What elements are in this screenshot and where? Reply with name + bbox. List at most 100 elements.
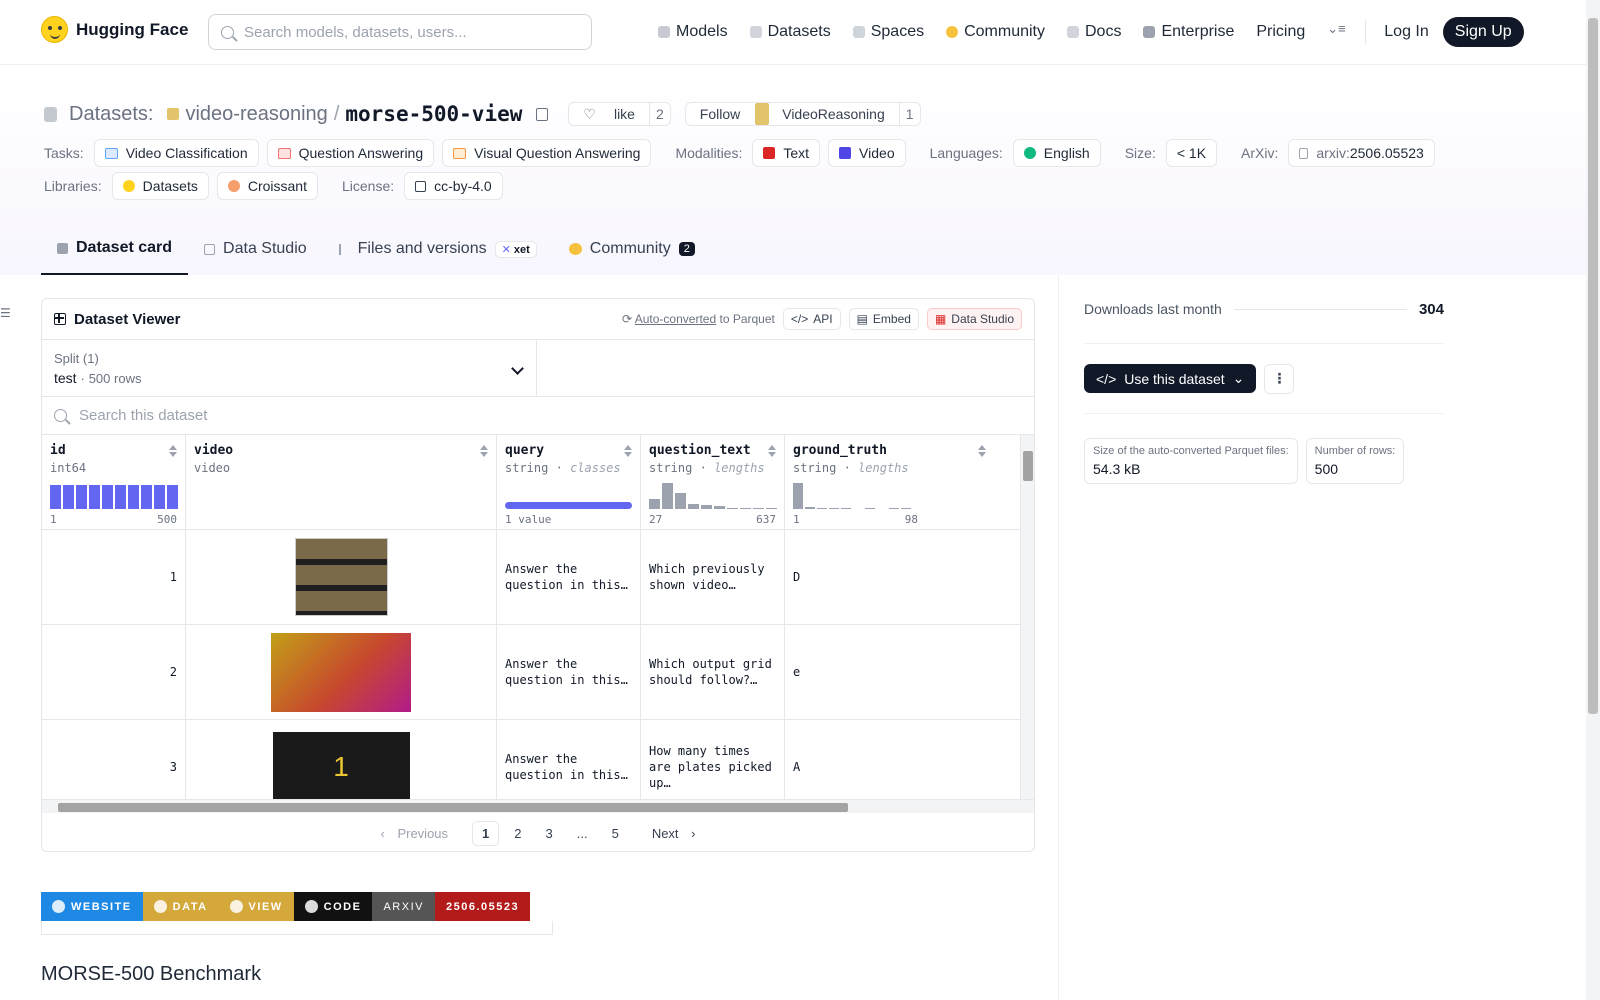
code-icon: </> bbox=[790, 312, 809, 326]
nav-enterprise[interactable]: Enterprise bbox=[1143, 23, 1234, 41]
more-menu-icon[interactable] bbox=[1327, 21, 1345, 37]
cell-ground-truth[interactable]: D bbox=[785, 530, 1008, 624]
heart-icon: ♡ bbox=[583, 105, 596, 122]
column-header-query[interactable]: query string · classes 1 value bbox=[497, 435, 641, 529]
use-this-dataset-button[interactable]: </> Use this dataset ⌄ bbox=[1084, 364, 1257, 393]
tag-english[interactable]: English bbox=[1012, 139, 1101, 167]
video-thumbnail[interactable]: 1 bbox=[272, 732, 410, 799]
auto-converted-note[interactable]: ⟳ Auto-converted to Parquet bbox=[622, 312, 775, 326]
range-min: 1 bbox=[50, 513, 57, 526]
nav-spaces-label: Spaces bbox=[870, 23, 925, 40]
code-badge[interactable]: CODE bbox=[293, 892, 373, 921]
badge-row: WEBSITE DATA VIEW CODE ARXIV 2506.05523 bbox=[41, 892, 531, 921]
cell-query[interactable]: Answer the question in this… bbox=[497, 625, 641, 719]
split-selector[interactable]: Split (1) test · 500 rows bbox=[42, 340, 537, 396]
cell-question[interactable]: Which output grid should follow?… bbox=[641, 625, 785, 719]
sort-icon[interactable] bbox=[624, 445, 632, 457]
tag-text[interactable]: Text bbox=[752, 139, 821, 167]
page-scrollbar[interactable] bbox=[1586, 0, 1600, 1000]
table-row[interactable]: 3 1 Answer the question in this… How man… bbox=[42, 720, 1034, 799]
stat-label: Number of rows: bbox=[1314, 445, 1396, 457]
cell-question[interactable]: How many times are plates picked up… bbox=[641, 720, 785, 799]
arxiv-badge-label[interactable]: ARXIV bbox=[372, 892, 435, 921]
column-header-video[interactable]: video video bbox=[186, 435, 497, 529]
cell-video[interactable] bbox=[186, 530, 497, 624]
more-options-icon[interactable]: ⋮ bbox=[1264, 363, 1295, 394]
nav-datasets[interactable]: Datasets bbox=[749, 23, 831, 41]
sort-icon[interactable] bbox=[169, 445, 177, 457]
dataset-search-input[interactable]: Search this dataset bbox=[42, 397, 1034, 435]
tag-question-answering[interactable]: Question Answering bbox=[266, 139, 435, 167]
column-header-id[interactable]: id int64 1 500 bbox=[42, 435, 186, 529]
scrollbar-thumb[interactable] bbox=[58, 803, 848, 812]
tag-datasets-library[interactable]: Datasets bbox=[111, 172, 209, 200]
signup-button[interactable]: Sign Up bbox=[1442, 17, 1524, 47]
tab-files-and-versions[interactable]: Files and versions ✕ xet bbox=[323, 223, 553, 275]
stat-label: Size of the auto-converted Parquet files… bbox=[1093, 445, 1289, 457]
tag-croissant[interactable]: Croissant bbox=[216, 172, 318, 200]
video-thumbnail[interactable] bbox=[294, 538, 388, 616]
like-button[interactable]: ♡ like 2 bbox=[568, 102, 671, 126]
previous-page-button[interactable]: ‹ Previous bbox=[372, 822, 467, 845]
view-badge[interactable]: VIEW bbox=[218, 892, 294, 921]
nav-spaces[interactable]: Spaces bbox=[852, 23, 925, 41]
embed-button[interactable]: ▤ Embed bbox=[848, 308, 919, 330]
tab-community[interactable]: Community 2 bbox=[553, 223, 711, 275]
sort-icon[interactable] bbox=[480, 445, 488, 457]
tab-data-studio[interactable]: Data Studio bbox=[188, 223, 323, 275]
auto-converted-link[interactable]: Auto-converted bbox=[635, 312, 716, 326]
data-studio-label: Data Studio bbox=[951, 312, 1014, 326]
cell-video[interactable]: 1 bbox=[186, 720, 497, 799]
next-page-button[interactable]: Next › bbox=[634, 822, 705, 845]
page-button-5[interactable]: 5 bbox=[603, 822, 628, 845]
cell-question[interactable]: Which previously shown video… bbox=[641, 530, 785, 624]
size-label: Size: bbox=[1124, 145, 1156, 161]
dataset-name[interactable]: morse-500-view bbox=[345, 102, 522, 126]
data-studio-button[interactable]: ▦ Data Studio bbox=[926, 308, 1022, 330]
viewer-title-text: Dataset Viewer bbox=[74, 310, 181, 328]
vertical-scrollbar[interactable] bbox=[1020, 435, 1034, 799]
website-badge[interactable]: WEBSITE bbox=[41, 892, 143, 921]
brand-logo[interactable]: Hugging Face bbox=[41, 16, 188, 43]
cell-ground-truth[interactable]: e bbox=[785, 625, 1008, 719]
column-header-ground-truth[interactable]: ground_truth string · lengths 1 98 bbox=[785, 435, 1008, 529]
page-button-2[interactable]: 2 bbox=[505, 822, 530, 845]
sort-icon[interactable] bbox=[768, 445, 776, 457]
cell-query[interactable]: Answer the question in this… bbox=[497, 720, 641, 799]
page-button-3[interactable]: 3 bbox=[537, 822, 562, 845]
cell-ground-truth[interactable]: A bbox=[785, 720, 1008, 799]
tag-visual-question-answering[interactable]: Visual Question Answering bbox=[442, 139, 652, 167]
table-row[interactable]: 2 Answer the question in this… Which out… bbox=[42, 625, 1034, 720]
video-thumbnail[interactable] bbox=[271, 632, 411, 712]
column-header-question-text[interactable]: question_text string · lengths 27 637 bbox=[641, 435, 785, 529]
nav-models[interactable]: Models bbox=[658, 23, 728, 41]
tag-video[interactable]: Video bbox=[828, 139, 906, 167]
scrollbar-thumb[interactable] bbox=[1588, 18, 1598, 714]
tag-arxiv[interactable]: arxiv:2506.05523 bbox=[1288, 139, 1435, 167]
nav-pricing[interactable]: Pricing bbox=[1256, 23, 1305, 41]
api-button[interactable]: </> API bbox=[782, 308, 841, 330]
data-badge[interactable]: DATA bbox=[142, 892, 219, 921]
range-max: 637 bbox=[756, 513, 776, 526]
nav-community[interactable]: Community bbox=[946, 23, 1045, 41]
copy-icon[interactable] bbox=[536, 107, 549, 121]
horizontal-scrollbar[interactable] bbox=[42, 799, 1034, 813]
table-row[interactable]: 1 Answer the question in this… Which pre… bbox=[42, 530, 1034, 625]
cell-query[interactable]: Answer the question in this… bbox=[497, 530, 641, 624]
tab-dataset-card[interactable]: Dataset card bbox=[41, 223, 189, 275]
arxiv-badge-id[interactable]: 2506.05523 bbox=[434, 892, 531, 921]
hugging-face-icon bbox=[41, 16, 68, 43]
sidebar-toggle-icon[interactable]: ☰ bbox=[0, 306, 11, 320]
tag-size[interactable]: < 1K bbox=[1165, 139, 1218, 167]
org-link[interactable]: video-reasoning bbox=[185, 103, 327, 126]
follow-button[interactable]: Follow VideoReasoning 1 bbox=[684, 102, 921, 126]
global-search-input[interactable]: Search models, datasets, users... bbox=[208, 14, 592, 50]
sort-icon[interactable] bbox=[978, 445, 986, 457]
nav-docs[interactable]: Docs bbox=[1067, 23, 1121, 41]
tag-video-classification[interactable]: Video Classification bbox=[93, 139, 259, 167]
page-button-1[interactable]: 1 bbox=[472, 820, 500, 846]
cell-video[interactable] bbox=[186, 625, 497, 719]
scrollbar-thumb[interactable] bbox=[1023, 451, 1033, 481]
tag-license[interactable]: cc-by-4.0 bbox=[404, 172, 503, 200]
login-link[interactable]: Log In bbox=[1384, 23, 1428, 41]
